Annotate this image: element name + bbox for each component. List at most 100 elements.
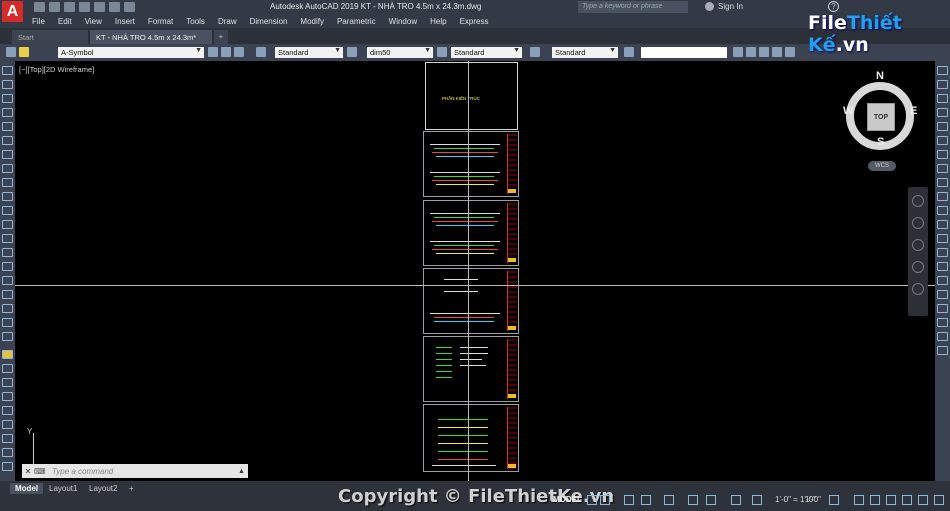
stretch-icon[interactable] bbox=[2, 462, 13, 471]
print-icon[interactable] bbox=[785, 47, 795, 57]
empty-field[interactable] bbox=[641, 47, 727, 58]
dimension-style-icon[interactable] bbox=[937, 346, 948, 355]
menu-file[interactable]: File bbox=[32, 17, 45, 26]
search-input[interactable]: Type a keyword or phrase bbox=[578, 1, 688, 13]
isodraft-icon[interactable] bbox=[664, 495, 674, 505]
cover-sheet[interactable]: PHẦN KIẾN TRÚC bbox=[425, 62, 518, 130]
gradient-icon[interactable] bbox=[2, 276, 13, 285]
object-snap-icon[interactable] bbox=[706, 495, 716, 505]
annotation-visibility-icon[interactable] bbox=[731, 495, 741, 505]
menu-help[interactable]: Help bbox=[430, 17, 446, 26]
scale-icon[interactable] bbox=[2, 448, 13, 457]
new-tab-button[interactable]: + bbox=[214, 30, 228, 44]
dimension-space-icon[interactable] bbox=[937, 220, 948, 229]
grid-icon[interactable] bbox=[587, 495, 597, 505]
table-icon[interactable] bbox=[2, 304, 13, 313]
dim-style-dropdown[interactable]: dim50 ▼ bbox=[367, 47, 433, 58]
viewcube-top-face[interactable]: TOP bbox=[867, 103, 895, 131]
layout-tab-model[interactable]: Model bbox=[10, 483, 44, 494]
viewport-icon[interactable] bbox=[746, 47, 756, 57]
compass-west[interactable]: W bbox=[843, 105, 853, 117]
units-icon[interactable] bbox=[870, 495, 880, 505]
arc-length-icon[interactable] bbox=[937, 94, 948, 103]
point-icon[interactable] bbox=[2, 248, 13, 257]
menu-insert[interactable]: Insert bbox=[115, 17, 135, 26]
command-input[interactable]: Type a command bbox=[48, 467, 113, 476]
tolerance-icon[interactable] bbox=[937, 248, 948, 257]
mirror-icon[interactable] bbox=[2, 378, 13, 387]
sheet-notes[interactable] bbox=[423, 336, 519, 402]
isolate-objects-icon[interactable] bbox=[886, 495, 896, 505]
auto-scale-icon[interactable] bbox=[752, 495, 762, 505]
jogged-icon[interactable] bbox=[937, 136, 948, 145]
multileader-style-dropdown[interactable]: Standard ▼ bbox=[552, 47, 618, 58]
sheet-details[interactable] bbox=[423, 268, 519, 334]
viewport-scale[interactable]: 1'-0" bbox=[805, 495, 821, 504]
pan-icon[interactable] bbox=[912, 217, 924, 229]
baseline-icon[interactable] bbox=[937, 192, 948, 201]
menu-edit[interactable]: Edit bbox=[58, 17, 72, 26]
menu-parametric[interactable]: Parametric bbox=[337, 17, 376, 26]
ordinate-icon[interactable] bbox=[937, 108, 948, 117]
ellipse-arc-icon[interactable] bbox=[2, 206, 13, 215]
text-style-icon[interactable] bbox=[256, 47, 266, 57]
polar-icon[interactable] bbox=[641, 495, 651, 505]
customization-icon[interactable] bbox=[934, 495, 944, 505]
redo-icon[interactable] bbox=[124, 2, 135, 12]
workspace-gear-icon[interactable] bbox=[829, 495, 839, 505]
menu-dimension[interactable]: Dimension bbox=[250, 17, 288, 26]
circle-icon[interactable] bbox=[2, 150, 13, 159]
insert-block-icon[interactable] bbox=[2, 220, 13, 229]
dimension-edit-icon[interactable] bbox=[937, 304, 948, 313]
spline-icon[interactable] bbox=[2, 178, 13, 187]
multileader-style-icon[interactable] bbox=[530, 47, 540, 57]
multiline-text-icon[interactable] bbox=[2, 318, 13, 327]
new-file-icon[interactable] bbox=[34, 2, 45, 12]
center-mark-icon[interactable] bbox=[937, 262, 948, 271]
add-layout-button[interactable]: + bbox=[124, 483, 139, 494]
layer-dropdown[interactable]: A-Symbol ▼ bbox=[58, 47, 204, 58]
orbit-icon[interactable] bbox=[912, 261, 924, 273]
ortho-icon[interactable] bbox=[624, 495, 634, 505]
annotation-monitor-icon[interactable] bbox=[854, 495, 864, 505]
radius-icon[interactable] bbox=[937, 122, 948, 131]
table-style-dropdown[interactable]: Standard ▼ bbox=[451, 47, 522, 58]
undo-icon[interactable] bbox=[109, 2, 120, 12]
menu-tools[interactable]: Tools bbox=[186, 17, 205, 26]
tab-start[interactable]: Start bbox=[12, 30, 88, 44]
sign-in-button[interactable]: Sign In bbox=[705, 2, 743, 11]
visual-style-icon[interactable] bbox=[624, 47, 634, 57]
command-line[interactable]: ✕ ⌨ Type a command ▲ bbox=[22, 464, 248, 478]
autocad-logo-icon[interactable]: A bbox=[2, 1, 23, 22]
zoom-icon[interactable] bbox=[912, 239, 924, 251]
region-icon[interactable] bbox=[2, 290, 13, 299]
steering-wheel-icon[interactable] bbox=[912, 195, 924, 207]
offset-icon[interactable] bbox=[2, 392, 13, 401]
compass-north[interactable]: N bbox=[876, 70, 884, 82]
close-icon[interactable]: ✕ bbox=[22, 467, 34, 476]
tab-drawing[interactable]: KT - NHÀ TRO 4.5m x 24.3m* bbox=[90, 30, 212, 44]
continue-icon[interactable] bbox=[937, 206, 948, 215]
viewport-controls[interactable]: [−][Top][2D Wireframe] bbox=[19, 65, 94, 74]
wcs-menu[interactable]: WCS bbox=[868, 161, 896, 171]
plot-icon[interactable] bbox=[94, 2, 105, 12]
dimension-break-icon[interactable] bbox=[937, 234, 948, 243]
angular-icon[interactable] bbox=[937, 164, 948, 173]
layer-properties-icon[interactable] bbox=[6, 47, 16, 57]
arc-icon[interactable] bbox=[2, 136, 13, 145]
aligned-dimension-icon[interactable] bbox=[937, 80, 948, 89]
menu-draw[interactable]: Draw bbox=[218, 17, 237, 26]
menu-express[interactable]: Express bbox=[460, 17, 489, 26]
hardware-acceleration-icon[interactable] bbox=[902, 495, 912, 505]
drawing-viewport[interactable]: [−][Top][2D Wireframe] PHẦN KIẾN TRÚC TO… bbox=[15, 61, 935, 481]
make-block-icon[interactable] bbox=[2, 234, 13, 243]
text-style-dropdown[interactable]: Standard ▼ bbox=[275, 47, 343, 58]
inspection-icon[interactable] bbox=[937, 276, 948, 285]
save-as-icon[interactable] bbox=[79, 2, 90, 12]
showmotion-icon[interactable] bbox=[912, 283, 924, 295]
viewcube[interactable]: TOP N S W E WCS bbox=[835, 69, 925, 179]
snap-icon[interactable] bbox=[600, 495, 610, 505]
table-style-icon[interactable] bbox=[437, 47, 447, 57]
sheet-floor-plan-1[interactable] bbox=[423, 131, 519, 197]
rectangle-icon[interactable] bbox=[2, 122, 13, 131]
